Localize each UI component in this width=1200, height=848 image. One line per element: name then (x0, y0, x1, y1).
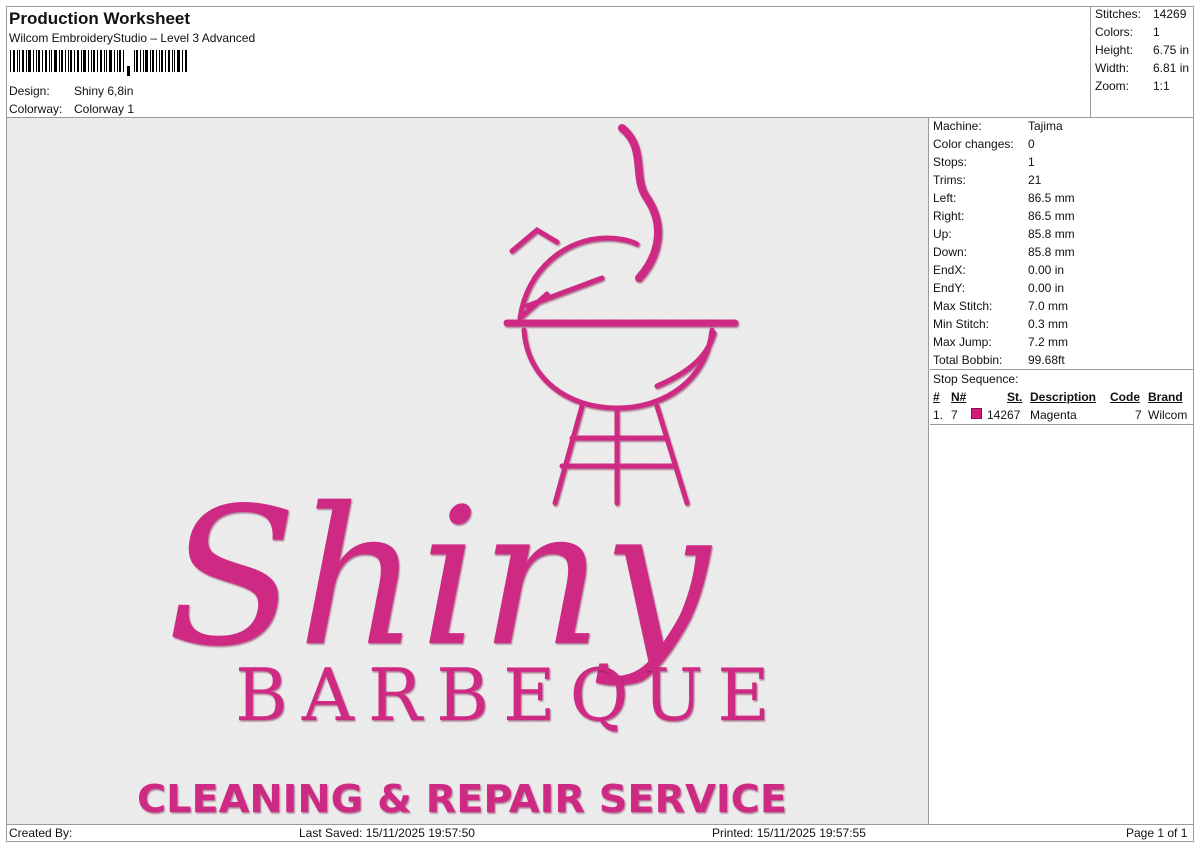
info-value: 86.5 mm (1028, 209, 1075, 223)
col-description: Description (1030, 390, 1097, 404)
info-label: Max Jump: (933, 335, 992, 349)
info-label: Trims: (933, 173, 966, 187)
info-label: Total Bobbin: (933, 353, 1003, 367)
row-st: 14267 (987, 408, 1021, 422)
info-value: 0.00 in (1028, 281, 1065, 295)
info-value: 85.8 mm (1028, 227, 1075, 241)
col-n: N# (951, 390, 967, 404)
info-value: 85.8 mm (1028, 245, 1075, 259)
row-brand: Wilcom (1148, 408, 1188, 422)
design-label: Design: (9, 84, 50, 98)
width-value: 6.81 in (1153, 61, 1190, 75)
info-label: EndY: (933, 281, 966, 295)
info-value: 99.68ft (1028, 353, 1065, 367)
page-number: Page 1 of 1 (1126, 826, 1188, 840)
width-label: Width: (1095, 61, 1130, 75)
barbeque-word: BARBEQUE (235, 653, 784, 737)
info-label: EndX: (933, 263, 966, 277)
info-label: Right: (933, 209, 965, 223)
stop-sequence-title: Stop Sequence: (933, 372, 1019, 386)
info-value: 7.2 mm (1028, 335, 1069, 349)
last-saved: Last Saved: 15/11/2025 19:57:50 (299, 826, 475, 840)
height-label: Height: (1095, 43, 1134, 57)
info-label: Max Stitch: (933, 299, 993, 313)
colorway-label: Colorway: (9, 102, 63, 116)
info-label: Down: (933, 245, 968, 259)
col-st: St. (1007, 390, 1023, 404)
col-num: # (933, 390, 940, 404)
colorway-value: Colorway 1 (74, 102, 135, 116)
row-code: 7 (1135, 408, 1142, 422)
info-value: 21 (1028, 173, 1042, 187)
created-by: Created By: (9, 826, 73, 840)
design-preview: Shiny BARBEQUE CLEANING & REPAIR SERVICE (7, 118, 929, 824)
design-artwork: Shiny BARBEQUE CLEANING & REPAIR SERVICE (137, 124, 787, 821)
colors-label: Colors: (1095, 25, 1134, 39)
col-brand: Brand (1148, 390, 1183, 404)
printed-date: Printed: 15/11/2025 19:57:55 (712, 826, 866, 840)
tagline: CLEANING & REPAIR SERVICE (137, 777, 787, 821)
info-value: 0 (1028, 137, 1035, 151)
zoom-value: 1:1 (1153, 79, 1170, 93)
info-value: Tajima (1028, 119, 1063, 133)
design-value: Shiny 6,8in (74, 84, 134, 98)
software-name: Wilcom EmbroideryStudio – Level 3 Advanc… (9, 31, 256, 45)
row-n: 7 (951, 408, 958, 422)
info-label: Up: (933, 227, 952, 241)
info-label: Color changes: (933, 137, 1014, 151)
info-label: Left: (933, 191, 957, 205)
info-label: Min Stitch: (933, 317, 990, 331)
color-swatch (971, 408, 982, 419)
worksheet-title: Production Worksheet (9, 9, 191, 28)
info-label: Stops: (933, 155, 968, 169)
info-divider (930, 369, 1194, 370)
info-value: 7.0 mm (1028, 299, 1069, 313)
info-label: Machine: (933, 119, 982, 133)
table-divider (930, 424, 1194, 425)
stitches-label: Stitches: (1095, 7, 1142, 21)
info-value: 0.3 mm (1028, 317, 1069, 331)
row-description: Magenta (1030, 408, 1077, 422)
zoom-label: Zoom: (1095, 79, 1130, 93)
footer-divider (6, 824, 1194, 825)
col-code: Code (1110, 390, 1140, 404)
info-value: 0.00 in (1028, 263, 1065, 277)
barcode (10, 50, 187, 76)
height-value: 6.75 in (1153, 43, 1190, 57)
stitches-value: 14269 (1153, 7, 1187, 21)
grill-icon (503, 124, 739, 506)
info-value: 86.5 mm (1028, 191, 1075, 205)
row-num: 1. (933, 408, 944, 422)
info-value: 1 (1028, 155, 1035, 169)
colors-value: 1 (1153, 25, 1160, 39)
